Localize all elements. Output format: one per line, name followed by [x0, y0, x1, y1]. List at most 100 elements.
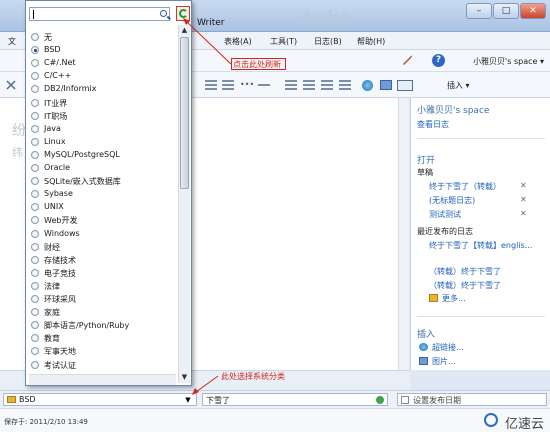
- radio-button-icon[interactable]: [31, 321, 39, 330]
- more-link[interactable]: 更多...: [442, 293, 466, 304]
- pen-icon[interactable]: [401, 54, 413, 66]
- scroll-down-arrow-icon[interactable]: ▼: [179, 372, 190, 383]
- table-icon[interactable]: [397, 80, 413, 91]
- radio-button-icon[interactable]: [31, 308, 39, 317]
- menu-tools[interactable]: 工具(T): [270, 36, 297, 47]
- radio-button-icon[interactable]: [31, 137, 39, 146]
- window-title: Writer: [197, 18, 225, 28]
- refresh-icon: [179, 9, 188, 18]
- editor-title-text: 纷: [12, 123, 26, 139]
- delete-draft-icon[interactable]: ✕: [520, 181, 527, 190]
- picture-icon[interactable]: [380, 80, 392, 90]
- view-log-link[interactable]: 查看日志: [417, 119, 449, 130]
- refresh-annotation: 点击此处刷新: [233, 60, 281, 69]
- align-right-icon[interactable]: [321, 80, 333, 90]
- radio-button-icon[interactable]: [31, 229, 39, 238]
- justify-icon[interactable]: [339, 80, 351, 90]
- editor-scrollbar[interactable]: [398, 98, 409, 370]
- menu-help[interactable]: 帮助(H): [357, 36, 385, 47]
- category-field[interactable]: BSD ▼: [3, 393, 197, 406]
- category-dropdown: 无 BSD C#/.Net C/C++ DB2/Informix IT业界 IT职场 Java…: [25, 0, 192, 386]
- category-option-label: 财经: [44, 242, 60, 252]
- quote-icon[interactable]: •••: [240, 80, 254, 90]
- radio-button-icon[interactable]: [31, 124, 39, 133]
- category-option-label: 环球采风: [44, 295, 76, 304]
- menu-log[interactable]: 日志(B): [314, 36, 342, 47]
- maximize-button[interactable]: □: [493, 3, 519, 19]
- category-option-label: Oracle: [44, 163, 71, 172]
- radio-button-icon[interactable]: [31, 295, 39, 303]
- category-option-label: 存储技术: [44, 255, 76, 265]
- radio-button-icon[interactable]: [31, 46, 39, 55]
- insert-menu[interactable]: 插入 ▾: [447, 80, 470, 91]
- draft-item[interactable]: (无标题日志): [429, 195, 475, 206]
- recent-item[interactable]: 终于下雪了【转载】englis...: [429, 240, 532, 251]
- hyperlink-icon: [419, 343, 428, 351]
- horizontal-line-icon[interactable]: [258, 84, 270, 94]
- insert-picture-link[interactable]: 图片...: [432, 356, 456, 367]
- picture-icon: [419, 357, 428, 365]
- radio-button-icon[interactable]: [31, 216, 39, 225]
- category-option-label: 教育: [44, 334, 60, 344]
- bullet-list-icon[interactable]: [205, 80, 217, 90]
- category-search-input[interactable]: [29, 7, 170, 21]
- publish-date-label: 设置发布日期: [413, 396, 461, 405]
- recent-label: 最近发布的日志: [417, 227, 473, 236]
- web-link-icon[interactable]: [362, 80, 373, 91]
- radio-button-icon[interactable]: [31, 59, 39, 68]
- radio-button-icon[interactable]: [31, 98, 39, 107]
- category-option-label: IT职场: [44, 111, 68, 121]
- radio-button-icon[interactable]: [31, 242, 39, 251]
- radio-button-icon[interactable]: [31, 268, 39, 277]
- space-title[interactable]: 小雅贝贝's space: [417, 103, 489, 116]
- close-button[interactable]: ✕: [520, 3, 546, 19]
- delete-draft-icon[interactable]: ✕: [520, 195, 527, 204]
- radio-button-icon[interactable]: [31, 72, 39, 81]
- cut-icon[interactable]: [6, 80, 16, 90]
- delete-draft-icon[interactable]: ✕: [520, 209, 527, 218]
- draft-item[interactable]: 终于下雪了（转载）: [429, 181, 501, 192]
- align-center-icon[interactable]: [303, 80, 315, 90]
- category-dropdown-button[interactable]: ▼: [179, 395, 197, 405]
- refresh-button[interactable]: [176, 6, 190, 21]
- radio-button-icon[interactable]: [31, 85, 39, 94]
- editor-body-text: 纬: [12, 146, 23, 159]
- category-list: 无 BSD C#/.Net C/C++ DB2/Informix IT业界 IT职场 Java…: [26, 25, 176, 374]
- radio-button-icon[interactable]: [31, 111, 39, 120]
- radio-button-icon[interactable]: [31, 33, 39, 41]
- text-caret: [33, 10, 34, 19]
- account-menu[interactable]: 小雅贝贝's space ▾: [473, 56, 544, 67]
- radio-button-icon[interactable]: [31, 164, 39, 172]
- radio-button-icon[interactable]: [31, 347, 39, 356]
- radio-button-icon[interactable]: [31, 177, 39, 186]
- category-scrollbar[interactable]: ▲ ▼: [178, 25, 190, 383]
- menu-file[interactable]: 文: [8, 36, 16, 47]
- radio-button-icon[interactable]: [31, 190, 39, 199]
- radio-button-icon[interactable]: [31, 334, 39, 343]
- radio-button-icon[interactable]: [31, 255, 39, 264]
- numbered-list-icon[interactable]: [222, 80, 234, 90]
- draft-item[interactable]: 测试测试: [429, 209, 461, 220]
- align-left-icon[interactable]: [285, 80, 297, 90]
- radio-button-icon[interactable]: [31, 150, 39, 159]
- scroll-thumb[interactable]: [180, 37, 189, 189]
- menu-table[interactable]: 表格(A): [224, 36, 252, 47]
- help-icon[interactable]: ?: [432, 54, 445, 67]
- category-annotation: 此处选择系统分类: [221, 372, 285, 381]
- publish-date-checkbox[interactable]: [401, 396, 409, 404]
- tags-field[interactable]: 下雪了: [202, 393, 388, 406]
- open-heading: 打开: [417, 156, 436, 166]
- search-icon[interactable]: [160, 10, 167, 17]
- minimize-button[interactable]: –: [466, 3, 492, 19]
- category-option-label: Sybase: [44, 189, 73, 199]
- brand-logo-icon: [484, 413, 498, 427]
- publish-date-field[interactable]: 设置发布日期: [397, 393, 547, 406]
- radio-button-icon[interactable]: [31, 203, 39, 212]
- insert-hyperlink-link[interactable]: 超链接...: [432, 342, 464, 353]
- recent-item[interactable]: （转载）终于下雪了: [429, 280, 501, 291]
- radio-button-icon[interactable]: [31, 360, 39, 369]
- scroll-up-arrow-icon[interactable]: ▲: [179, 25, 190, 36]
- tags-value: 下雪了: [206, 396, 230, 405]
- radio-button-icon[interactable]: [31, 281, 39, 290]
- recent-item[interactable]: （转载）终于下雪了: [429, 266, 501, 277]
